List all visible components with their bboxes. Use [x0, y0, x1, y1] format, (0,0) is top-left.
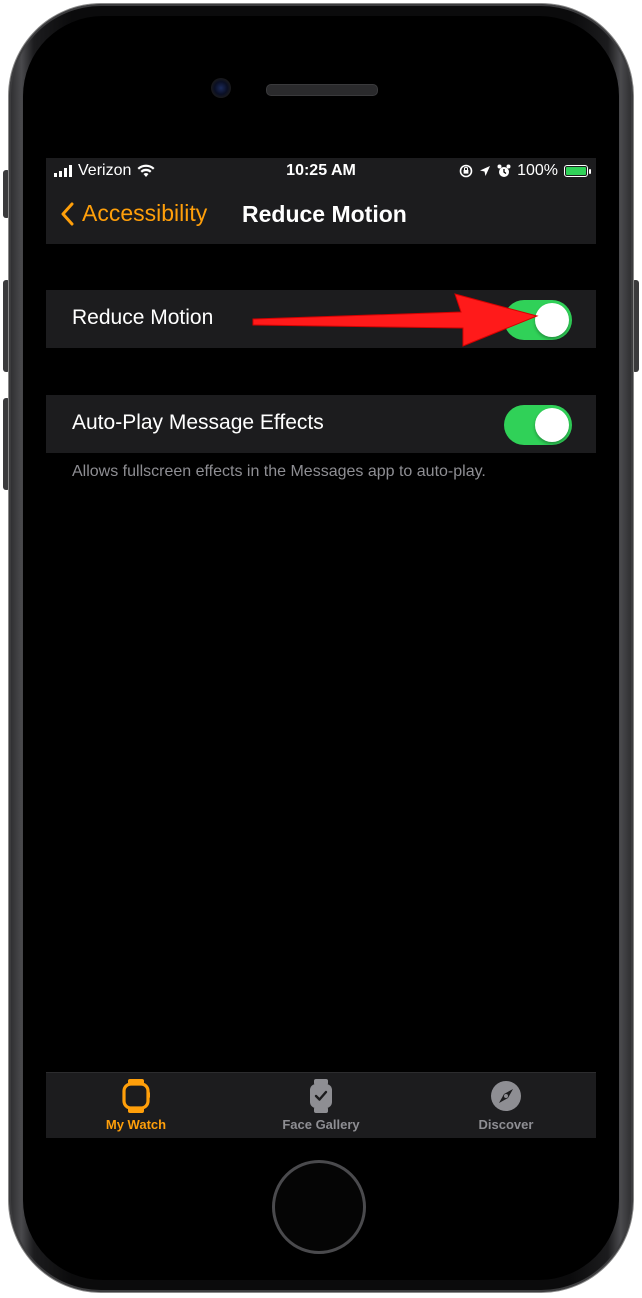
tab-bar: My Watch Face Gallery Discover — [46, 1072, 596, 1138]
compass-icon — [491, 1081, 521, 1111]
tab-label: Discover — [478, 1117, 534, 1132]
reduce-motion-label: Reduce Motion — [72, 306, 214, 329]
tab-discover[interactable]: Discover — [436, 1079, 576, 1132]
tab-label: My Watch — [105, 1117, 167, 1132]
auto-play-row: Auto-Play Message Effects — [46, 395, 596, 453]
status-right: 100% — [459, 162, 591, 180]
status-bar: Verizon 10:25 AM 100% — [46, 158, 596, 186]
auto-play-label: Auto-Play Message Effects — [72, 411, 324, 434]
toggle-knob — [535, 408, 569, 442]
auto-play-footnote: Allows fullscreen effects in the Message… — [72, 463, 486, 480]
annotation-arrow-icon — [252, 293, 539, 347]
rotation-lock-icon — [459, 164, 473, 178]
chevron-left-icon — [61, 202, 74, 225]
battery-percent: 100% — [517, 162, 558, 179]
watch-face-icon — [310, 1079, 332, 1113]
power-button — [632, 280, 639, 372]
tab-face-gallery[interactable]: Face Gallery — [251, 1079, 391, 1132]
phone-screen: Verizon 10:25 AM 100% Accessibility Redu… — [46, 158, 596, 1138]
screenshot-stage: Verizon 10:25 AM 100% Accessibility Redu… — [0, 0, 642, 1298]
front-camera — [211, 78, 231, 98]
earpiece-speaker — [266, 84, 378, 96]
page-title: Reduce Motion — [242, 201, 407, 227]
tab-my-watch[interactable]: My Watch — [66, 1079, 206, 1132]
watch-icon — [122, 1079, 150, 1113]
back-button[interactable]: Accessibility — [60, 200, 207, 227]
alarm-icon — [497, 164, 511, 177]
home-button[interactable] — [272, 1160, 366, 1254]
battery-icon — [564, 165, 591, 177]
navigation-bar: Accessibility Reduce Motion — [46, 186, 596, 244]
location-icon — [480, 166, 491, 176]
tab-label: Face Gallery — [282, 1117, 360, 1132]
back-button-label: Accessibility — [82, 200, 208, 226]
auto-play-toggle[interactable] — [504, 405, 572, 445]
